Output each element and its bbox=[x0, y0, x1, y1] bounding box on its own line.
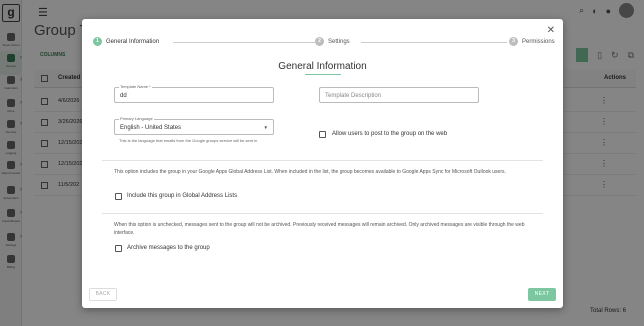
allow-web-posting-label[interactable]: Allow users to post to the group on the … bbox=[332, 131, 447, 137]
chevron-down-icon: ▼ bbox=[263, 125, 268, 130]
section-title: General Information bbox=[278, 61, 367, 72]
step-number: 2 bbox=[315, 37, 324, 46]
archive-info-text: When this option is unchecked, messages … bbox=[114, 222, 525, 236]
step-number: 3 bbox=[509, 37, 518, 46]
template-description-field[interactable]: Template Description bbox=[319, 87, 479, 103]
step-label: Settings bbox=[328, 38, 350, 45]
archive-checkbox[interactable] bbox=[115, 245, 122, 252]
field-value: dd bbox=[120, 93, 127, 99]
divider bbox=[102, 160, 543, 161]
step-connector bbox=[173, 42, 315, 43]
field-label: Primary Language bbox=[119, 116, 154, 121]
allow-web-posting-checkbox[interactable] bbox=[319, 131, 326, 138]
step-general-information: 1 General Information bbox=[93, 37, 159, 46]
back-button[interactable]: BACK bbox=[89, 288, 117, 301]
create-template-dialog: ✕ 1 General Information 2 Settings 3 Per… bbox=[82, 19, 563, 308]
next-button[interactable]: NEXT bbox=[528, 288, 556, 301]
title-underline bbox=[305, 74, 341, 75]
step-settings: 2 Settings bbox=[315, 37, 350, 46]
divider bbox=[102, 213, 543, 214]
step-permissions: 3 Permissions bbox=[509, 37, 555, 46]
field-label: Template Name * bbox=[119, 84, 152, 89]
stepper: 1 General Information 2 Settings 3 Permi… bbox=[93, 37, 555, 49]
step-label: Permissions bbox=[522, 38, 555, 45]
include-gal-checkbox[interactable] bbox=[115, 193, 122, 200]
step-label: General Information bbox=[106, 38, 160, 45]
language-helper-text: This is the language that emails from th… bbox=[119, 138, 258, 143]
primary-language-select[interactable]: Primary Language English - United States… bbox=[114, 116, 274, 135]
archive-label[interactable]: Archive messages to the group bbox=[127, 245, 210, 251]
step-connector bbox=[361, 42, 507, 43]
include-gal-label[interactable]: Include this group in Global Address Lis… bbox=[127, 193, 237, 199]
gal-info-text: This option includes the group in your G… bbox=[114, 169, 506, 175]
field-value: English - United States bbox=[120, 125, 182, 131]
step-number: 1 bbox=[93, 37, 102, 46]
close-icon[interactable]: ✕ bbox=[547, 25, 555, 36]
field-placeholder: Template Description bbox=[325, 93, 382, 99]
template-name-field[interactable]: Template Name * dd bbox=[114, 84, 274, 103]
